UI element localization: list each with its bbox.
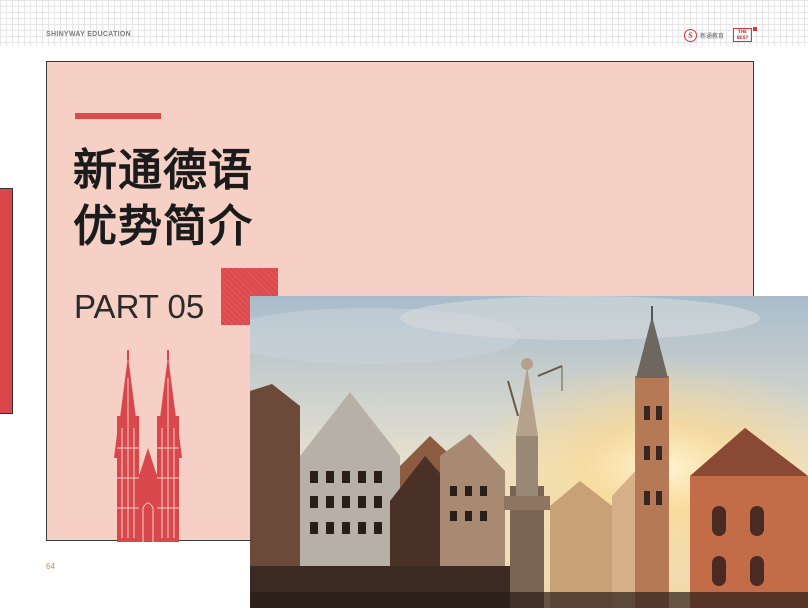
logo-text: 新通教育 <box>700 32 725 40</box>
header-logo: S 新通教育 THE BEST <box>684 27 758 43</box>
shinyway-logo-icon: S <box>684 28 697 42</box>
stamp-badge: THE BEST <box>733 28 753 42</box>
title-line-1: 新通德语 <box>73 145 253 196</box>
brand-name: SHINYWAY EDUCATION <box>46 31 132 38</box>
title-accent-line <box>75 113 161 119</box>
frankfurt-romerberg-photo <box>250 296 808 608</box>
stamp-corner-icon <box>753 27 758 31</box>
section-title: 新通德语 优势简介 <box>73 143 253 255</box>
title-line-2: 优势简介 <box>73 201 253 252</box>
cologne-cathedral-icon <box>114 350 182 542</box>
page-number: 64 <box>46 562 55 571</box>
part-label: PART 05 <box>74 288 205 325</box>
left-decor-bar <box>0 188 13 414</box>
